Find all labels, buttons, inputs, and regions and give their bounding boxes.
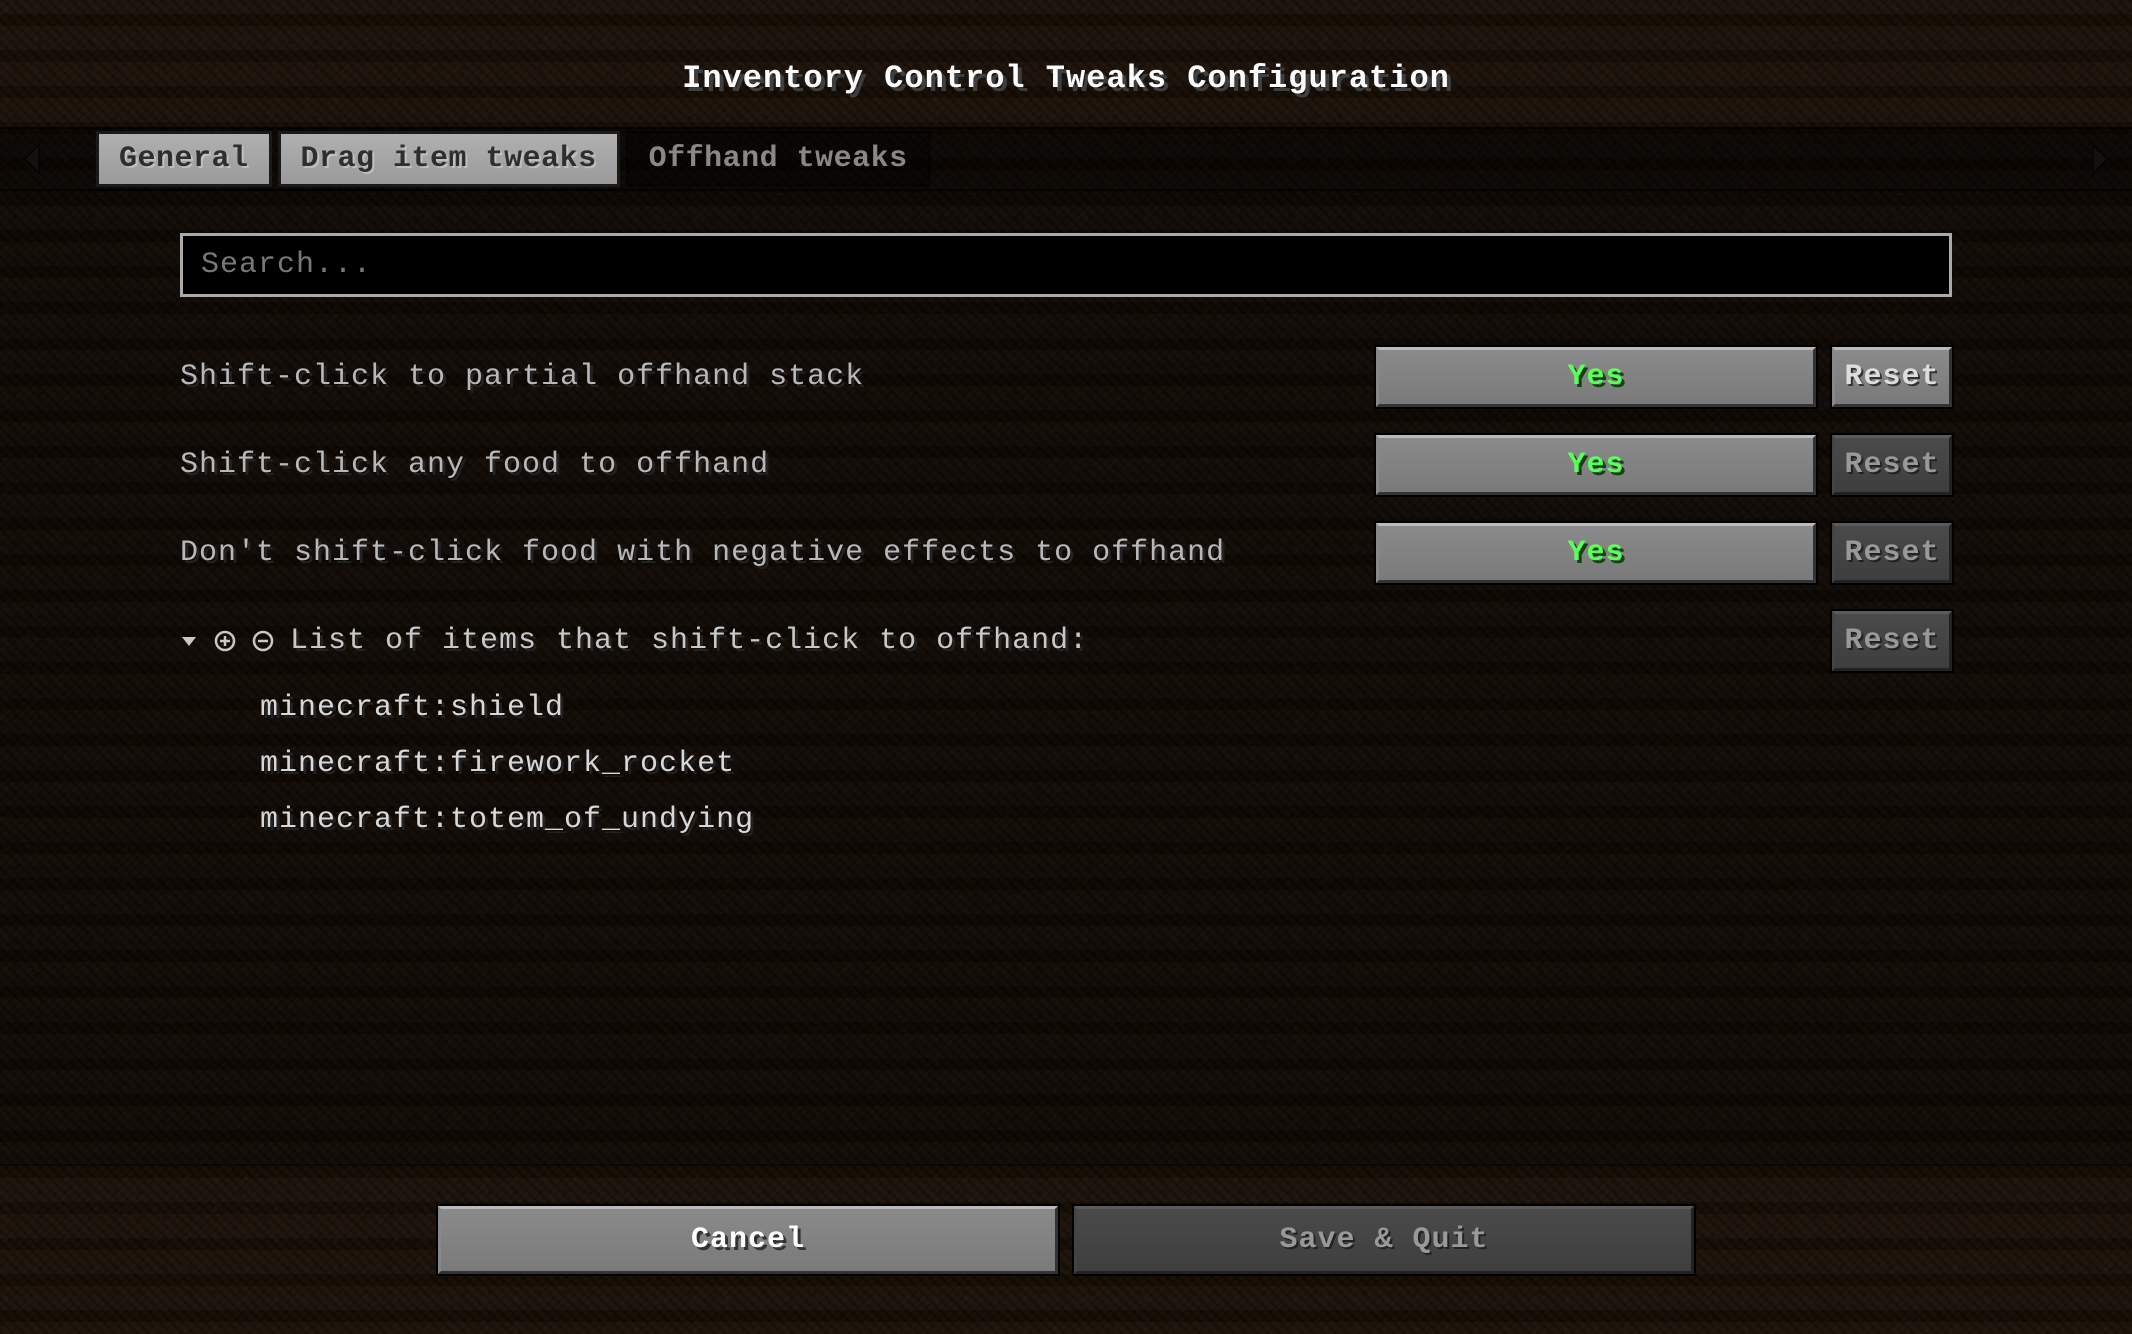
- option-label: Don't shift-click food with negative eff…: [180, 536, 1360, 570]
- option-reset-button[interactable]: Reset: [1832, 347, 1952, 407]
- option-value-button[interactable]: Yes: [1376, 523, 1816, 583]
- page-title: Inventory Control Tweaks Configuration: [0, 0, 2132, 127]
- tab-general[interactable]: General: [96, 131, 272, 187]
- list-items-container: minecraft:shield minecraft:firework_rock…: [180, 691, 1952, 837]
- option-reset-button[interactable]: Reset: [1832, 523, 1952, 583]
- tab-nav-right-icon[interactable]: [2088, 141, 2112, 177]
- save-quit-button[interactable]: Save & Quit: [1074, 1206, 1694, 1274]
- collapse-toggle-icon[interactable]: [180, 632, 198, 650]
- option-value-button[interactable]: Yes: [1376, 347, 1816, 407]
- search-input[interactable]: [180, 233, 1952, 297]
- list-header: List of items that shift-click to offhan…: [180, 611, 1952, 671]
- list-label-text: List of items that shift-click to offhan…: [290, 624, 1088, 658]
- option-row-food-offhand: Shift-click any food to offhand Yes Rese…: [180, 435, 1952, 495]
- list-item[interactable]: minecraft:totem_of_undying: [260, 803, 1952, 837]
- remove-item-icon[interactable]: [252, 630, 274, 652]
- list-header-label-group: List of items that shift-click to offhan…: [180, 624, 1816, 658]
- option-value-button[interactable]: Yes: [1376, 435, 1816, 495]
- list-reset-button[interactable]: Reset: [1832, 611, 1952, 671]
- cancel-button[interactable]: Cancel: [438, 1206, 1058, 1274]
- option-label: Shift-click any food to offhand: [180, 448, 1360, 482]
- tabs-container: General Drag item tweaks Offhand tweaks: [96, 131, 2076, 187]
- content-area: Shift-click to partial offhand stack Yes…: [0, 191, 2132, 1166]
- option-reset-button[interactable]: Reset: [1832, 435, 1952, 495]
- tab-offhand-tweaks[interactable]: Offhand tweaks: [626, 131, 931, 187]
- tab-bar: General Drag item tweaks Offhand tweaks: [0, 127, 2132, 191]
- list-item[interactable]: minecraft:firework_rocket: [260, 747, 1952, 781]
- footer: Cancel Save & Quit: [0, 1166, 2132, 1334]
- add-item-icon[interactable]: [214, 630, 236, 652]
- option-label: Shift-click to partial offhand stack: [180, 360, 1360, 394]
- tab-drag-item-tweaks[interactable]: Drag item tweaks: [278, 131, 620, 187]
- tab-nav-left-icon[interactable]: [20, 141, 44, 177]
- option-row-partial-offhand: Shift-click to partial offhand stack Yes…: [180, 347, 1952, 407]
- option-row-negative-food: Don't shift-click food with negative eff…: [180, 523, 1952, 583]
- main-container: Inventory Control Tweaks Configuration G…: [0, 0, 2132, 1334]
- list-item[interactable]: minecraft:shield: [260, 691, 1952, 725]
